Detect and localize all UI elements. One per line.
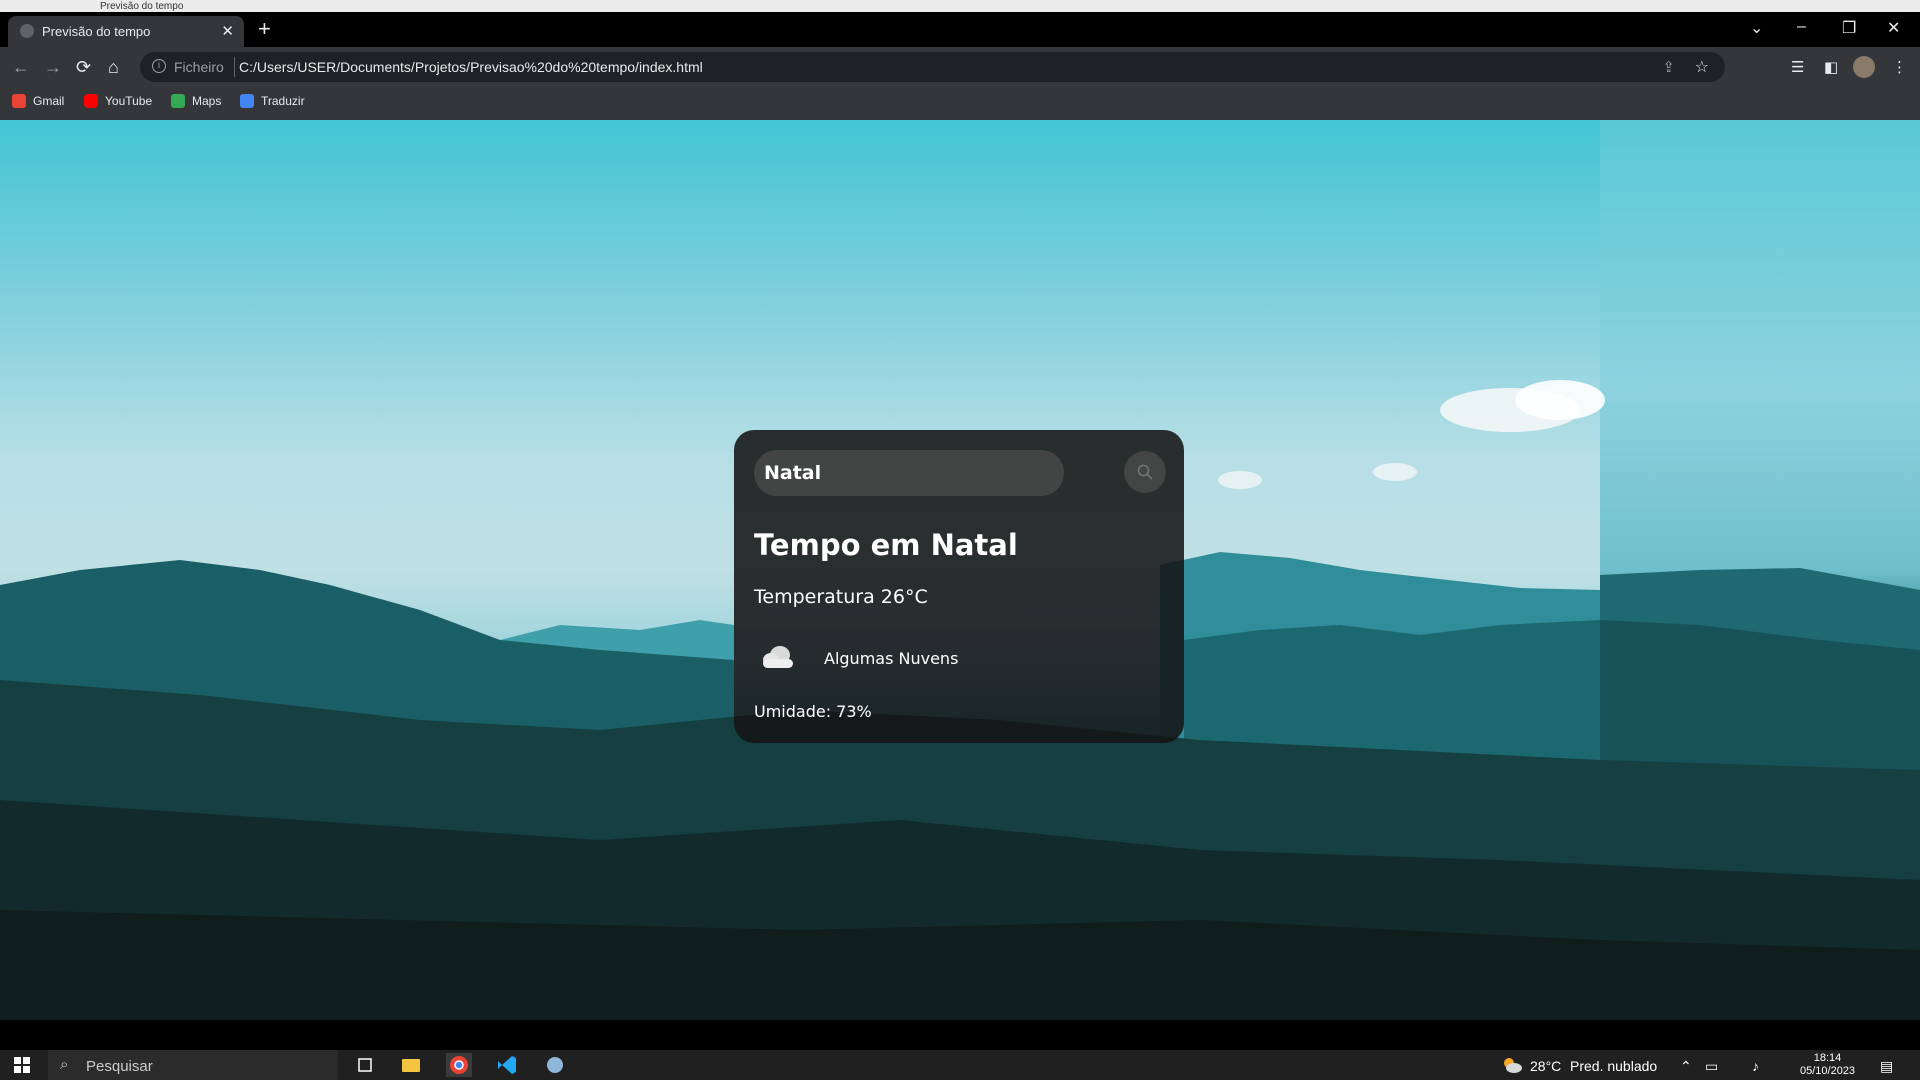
menu-icon[interactable]: ⋮ — [1892, 58, 1907, 76]
scheme-label: Ficheiro — [174, 59, 224, 75]
translate-icon — [240, 94, 254, 108]
globe-icon — [20, 24, 34, 38]
vscode-icon[interactable] — [494, 1053, 520, 1077]
back-button[interactable]: ← — [12, 57, 30, 78]
info-icon[interactable]: i — [152, 59, 166, 73]
browser-tab[interactable]: Previsão do tempo ✕ — [8, 16, 244, 47]
tray-weather-temp[interactable]: 28°C — [1530, 1058, 1561, 1074]
tray-weather-desc[interactable]: Pred. nublado — [1570, 1058, 1657, 1074]
close-window-button[interactable]: ✕ — [1887, 18, 1900, 38]
maps-icon — [171, 94, 185, 108]
bookmark-traduzir[interactable]: Traduzir — [240, 94, 305, 108]
tray-network-icon[interactable]: ▭ — [1705, 1058, 1718, 1075]
file-explorer-icon[interactable] — [398, 1053, 424, 1077]
address-divider — [234, 57, 235, 77]
bookmark-gmail[interactable]: Gmail — [12, 94, 64, 108]
background-window-title: Previsão do tempo — [100, 1, 184, 12]
tray-volume-icon[interactable]: ♪ — [1752, 1058, 1759, 1074]
home-button[interactable]: ⌂ — [108, 57, 119, 78]
bookmark-label: YouTube — [105, 94, 153, 108]
tab-title: Previsão do tempo — [42, 24, 151, 39]
share-icon[interactable]: ⇪ — [1662, 58, 1675, 76]
search-icon: ⌕ — [60, 1056, 69, 1073]
page-viewport: Tempo em Natal Temperatura 26°C Algumas … — [0, 120, 1920, 1020]
browser-tab-bar: Previsão do tempo ✕ + ⌄ – ❐ ✕ — [0, 12, 1920, 47]
city-search-input[interactable] — [754, 450, 1064, 496]
task-view-icon[interactable] — [352, 1053, 378, 1077]
windows-taskbar: ⌕ Pesquisar 28°C Pred. nublado ⌃ ▭ ♪ 18:… — [0, 1050, 1920, 1080]
paint-icon[interactable] — [542, 1053, 568, 1077]
address-bar[interactable]: i Ficheiro C:/Users/USER/Documents/Proje… — [140, 52, 1725, 82]
weather-card: Tempo em Natal Temperatura 26°C Algumas … — [734, 430, 1184, 743]
humidity-text: Umidade: 73% — [754, 702, 872, 721]
background-window-strip: Previsão do tempo — [0, 0, 1920, 12]
search-button[interactable] — [1124, 451, 1166, 493]
minimize-button[interactable]: – — [1797, 18, 1806, 36]
youtube-icon — [84, 94, 98, 108]
restore-button[interactable]: ❐ — [1842, 18, 1856, 38]
forward-button[interactable]: → — [44, 57, 62, 78]
clock-date: 05/10/2023 — [1800, 1065, 1856, 1077]
reading-list-icon[interactable]: ☰ — [1791, 58, 1804, 76]
bookmark-label: Traduzir — [261, 94, 305, 108]
condition-text: Algumas Nuvens — [824, 648, 959, 668]
notifications-icon[interactable]: ▤ — [1880, 1058, 1893, 1075]
taskbar-search-box[interactable]: ⌕ Pesquisar — [48, 1050, 338, 1080]
bookmarks-bar: Gmail YouTube Maps Traduzir — [0, 87, 1920, 120]
search-icon — [1137, 464, 1153, 480]
taskbar-clock[interactable]: 18:14 05/10/2023 — [1800, 1052, 1855, 1078]
profile-avatar[interactable] — [1853, 56, 1875, 78]
city-title: Tempo em Natal — [754, 528, 1018, 562]
condition-row: Algumas Nuvens — [754, 640, 958, 676]
taskbar-search-placeholder: Pesquisar — [86, 1058, 153, 1075]
gmail-icon — [12, 94, 26, 108]
temperature-text: Temperatura 26°C — [754, 586, 928, 608]
bookmark-label: Gmail — [33, 94, 65, 108]
windows-start-icon[interactable] — [14, 1057, 30, 1073]
bookmark-star-icon[interactable]: ☆ — [1695, 57, 1709, 77]
new-tab-button[interactable]: + — [258, 18, 271, 40]
reload-button[interactable]: ⟳ — [76, 57, 91, 78]
bookmark-maps[interactable]: Maps — [171, 94, 221, 108]
clock-time: 18:14 — [1813, 1052, 1842, 1064]
bookmark-youtube[interactable]: YouTube — [84, 94, 152, 108]
cloud-icon — [763, 646, 793, 668]
chrome-taskbar-icon[interactable] — [446, 1053, 472, 1077]
bookmark-label: Maps — [192, 94, 222, 108]
side-panel-icon[interactable]: ◧ — [1824, 58, 1838, 76]
tab-close-icon[interactable]: ✕ — [221, 22, 234, 40]
weather-tray-icon[interactable] — [1500, 1055, 1524, 1075]
tab-search-chevron-icon[interactable]: ⌄ — [1750, 18, 1763, 38]
tray-chevron-up-icon[interactable]: ⌃ — [1680, 1058, 1692, 1075]
browser-toolbar: ← → ⟳ ⌂ i Ficheiro C:/Users/USER/Documen… — [0, 47, 1920, 87]
url-text[interactable]: C:/Users/USER/Documents/Projetos/Previsa… — [239, 59, 703, 75]
